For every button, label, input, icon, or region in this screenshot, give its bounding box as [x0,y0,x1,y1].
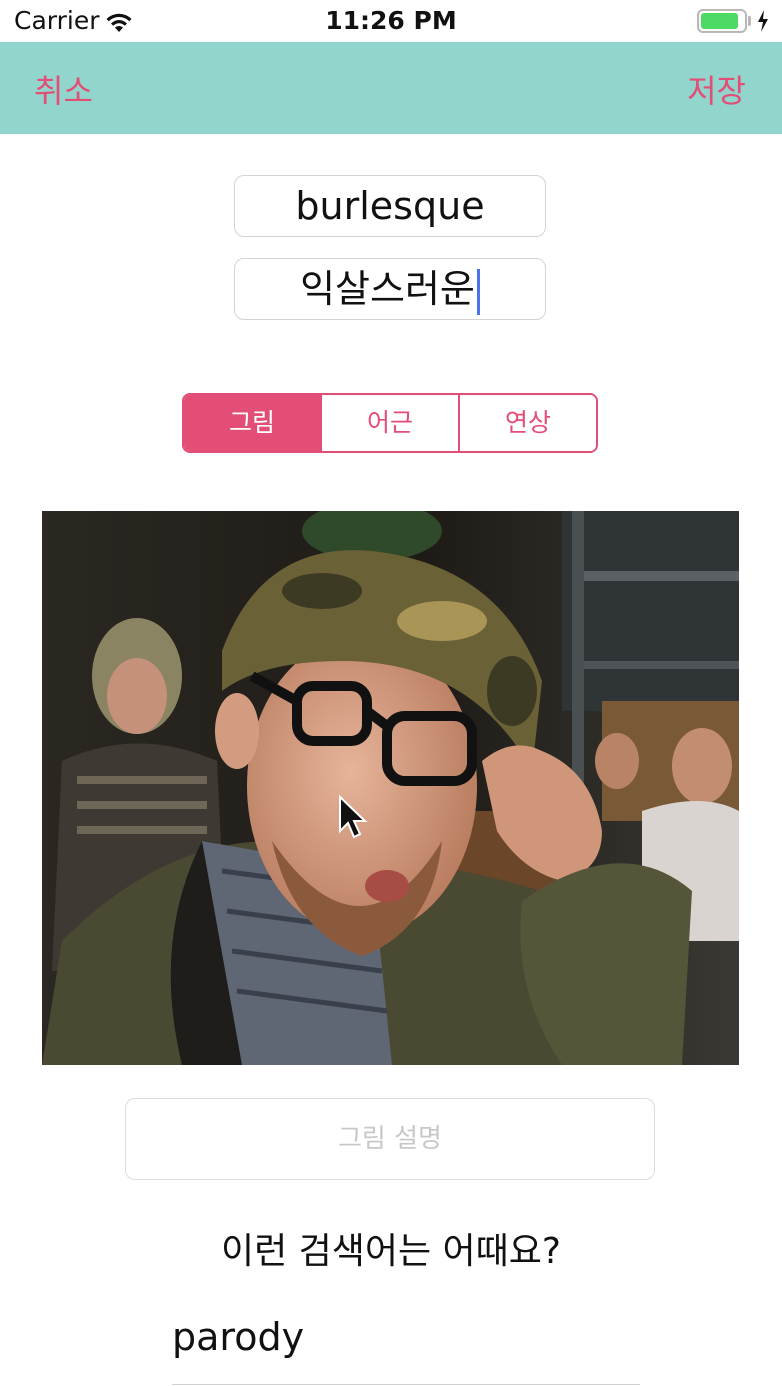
suggestion-divider [172,1384,640,1385]
segment-picture[interactable]: 그림 [184,395,320,451]
text-cursor [476,268,480,315]
battery-fill [701,13,739,29]
segment-association[interactable]: 연상 [458,395,596,451]
cancel-button[interactable]: 취소 [34,66,93,112]
nav-bar: 취소 저장 [0,42,782,134]
mode-segmented-control: 그림 어근 연상 [182,393,598,453]
english-word-text: burlesque [295,184,485,228]
segment-root[interactable]: 어근 [320,395,458,451]
charging-bolt-icon [758,10,768,32]
status-bar: Carrier 11:26 PM [0,0,782,42]
korean-meaning-field[interactable]: 익살스러운 [234,258,546,320]
save-button[interactable]: 저장 [687,66,746,112]
suggestions-heading: 이런 검색어는 어때요? [220,1231,562,1272]
image-description-input[interactable] [125,1098,655,1180]
battery-icon [697,9,747,33]
battery-tip [748,16,751,26]
suggestion-item[interactable]: parody [172,1315,304,1359]
status-time: 11:26 PM [325,6,457,35]
korean-meaning-text: 익살스러운 [300,267,475,311]
photo-image [42,511,739,1065]
word-image[interactable] [42,511,739,1065]
english-word-field[interactable]: burlesque [234,175,546,237]
screen: Carrier 11:26 PM 취소 저장 burlesque 익살스러운 그… [0,0,782,1386]
